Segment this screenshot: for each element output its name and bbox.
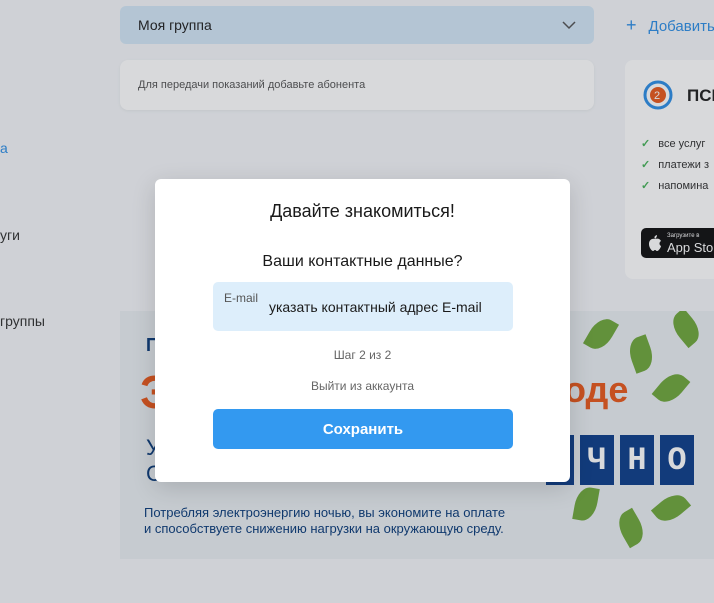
contact-modal: Давайте знакомиться! Ваши контактные дан… xyxy=(155,179,570,482)
email-input[interactable] xyxy=(269,297,505,317)
modal-title: Давайте знакомиться! xyxy=(270,201,455,221)
email-field-label: E-mail xyxy=(224,291,259,305)
save-button[interactable]: Сохранить xyxy=(213,409,513,449)
step-indicator: Шаг 2 из 2 xyxy=(333,348,392,362)
modal-subtitle: Ваши контактные данные? xyxy=(262,253,463,270)
logout-link[interactable]: Выйти из аккаунта xyxy=(155,379,570,393)
email-field[interactable]: E-mail xyxy=(213,282,513,331)
